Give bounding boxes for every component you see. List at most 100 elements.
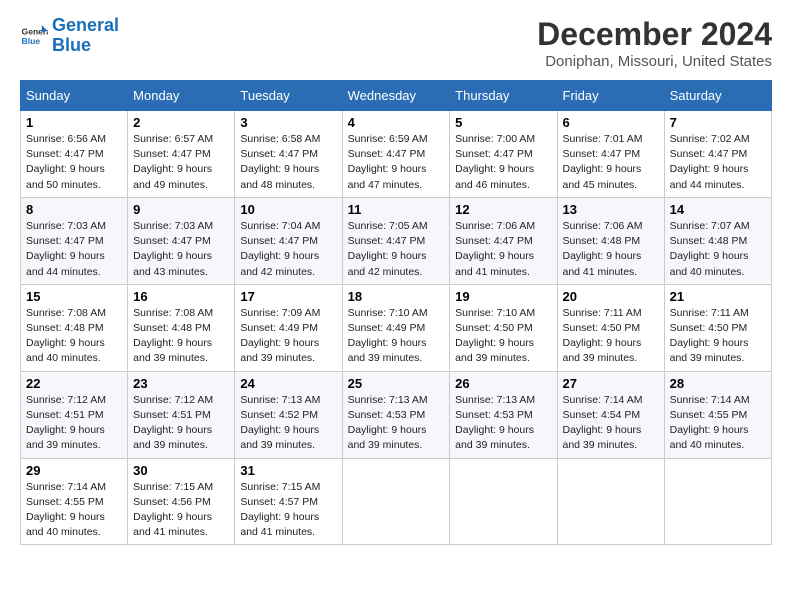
calendar-cell: 29 Sunrise: 7:14 AMSunset: 4:55 PMDayligh… — [21, 458, 128, 545]
day-number: 19 — [455, 289, 551, 304]
calendar-week-row: 29 Sunrise: 7:14 AMSunset: 4:55 PMDayligh… — [21, 458, 772, 545]
calendar-cell: 15 Sunrise: 7:08 AMSunset: 4:48 PMDayligh… — [21, 284, 128, 371]
logo-icon: General Blue — [20, 22, 48, 50]
calendar-cell: 16 Sunrise: 7:08 AMSunset: 4:48 PMDayligh… — [128, 284, 235, 371]
calendar-table: SundayMondayTuesdayWednesdayThursdayFrid… — [20, 80, 772, 545]
day-info: Sunrise: 6:59 AMSunset: 4:47 PMDaylight:… — [348, 132, 445, 193]
day-info: Sunrise: 7:06 AMSunset: 4:47 PMDaylight:… — [455, 219, 551, 280]
logo: General Blue GeneralBlue — [20, 16, 119, 56]
calendar-cell: 14 Sunrise: 7:07 AMSunset: 4:48 PMDayligh… — [664, 197, 771, 284]
day-info: Sunrise: 7:01 AMSunset: 4:47 PMDaylight:… — [563, 132, 659, 193]
day-number: 21 — [670, 289, 766, 304]
day-number: 1 — [26, 115, 122, 130]
day-info: Sunrise: 6:58 AMSunset: 4:47 PMDaylight:… — [240, 132, 336, 193]
day-number: 29 — [26, 463, 122, 478]
day-number: 16 — [133, 289, 229, 304]
calendar-cell: 11Sunrise: 7:05 AMSunset: 4:47 PMDayligh… — [342, 197, 450, 284]
day-number: 12 — [455, 202, 551, 217]
day-number: 14 — [670, 202, 766, 217]
title-block: December 2024 Doniphan, Missouri, United… — [537, 16, 772, 70]
calendar-cell: 18 Sunrise: 7:10 AMSunset: 4:49 PMDayligh… — [342, 284, 450, 371]
day-number: 24 — [240, 376, 336, 391]
day-info: Sunrise: 7:06 AMSunset: 4:48 PMDaylight:… — [563, 219, 659, 280]
calendar-cell: 13Sunrise: 7:06 AMSunset: 4:48 PMDayligh… — [557, 197, 664, 284]
day-number: 8 — [26, 202, 122, 217]
calendar-cell: 26 Sunrise: 7:13 AMSunset: 4:53 PMDayligh… — [450, 371, 557, 458]
day-info: Sunrise: 7:00 AMSunset: 4:47 PMDaylight:… — [455, 132, 551, 193]
calendar-cell: 30 Sunrise: 7:15 AMSunset: 4:56 PMDayligh… — [128, 458, 235, 545]
day-info: Sunrise: 7:14 AMSunset: 4:54 PMDaylight:… — [563, 393, 659, 454]
weekday-header-row: SundayMondayTuesdayWednesdayThursdayFrid… — [21, 81, 772, 111]
calendar-week-row: 8 Sunrise: 7:03 AMSunset: 4:47 PMDaylight… — [21, 197, 772, 284]
day-number: 25 — [348, 376, 445, 391]
day-info: Sunrise: 7:05 AMSunset: 4:47 PMDaylight:… — [348, 219, 445, 280]
calendar-week-row: 1 Sunrise: 6:56 AMSunset: 4:47 PMDaylight… — [21, 111, 772, 198]
location: Doniphan, Missouri, United States — [537, 53, 772, 70]
day-number: 30 — [133, 463, 229, 478]
calendar-cell: 6Sunrise: 7:01 AMSunset: 4:47 PMDaylight… — [557, 111, 664, 198]
calendar-cell: 3 Sunrise: 6:58 AMSunset: 4:47 PMDaylight… — [235, 111, 342, 198]
calendar-cell: 28 Sunrise: 7:14 AMSunset: 4:55 PMDayligh… — [664, 371, 771, 458]
day-info: Sunrise: 7:15 AMSunset: 4:56 PMDaylight:… — [133, 480, 229, 541]
page-header: General Blue GeneralBlue December 2024 D… — [20, 16, 772, 70]
day-number: 26 — [455, 376, 551, 391]
month-title: December 2024 — [537, 16, 772, 53]
calendar-cell: 5Sunrise: 7:00 AMSunset: 4:47 PMDaylight… — [450, 111, 557, 198]
day-info: Sunrise: 7:10 AMSunset: 4:49 PMDaylight:… — [348, 306, 445, 367]
calendar-cell: 20Sunrise: 7:11 AMSunset: 4:50 PMDayligh… — [557, 284, 664, 371]
calendar-cell: 1 Sunrise: 6:56 AMSunset: 4:47 PMDaylight… — [21, 111, 128, 198]
day-number: 4 — [348, 115, 445, 130]
day-info: Sunrise: 7:07 AMSunset: 4:48 PMDaylight:… — [670, 219, 766, 280]
weekday-header-saturday: Saturday — [664, 81, 771, 111]
calendar-cell: 2Sunrise: 6:57 AMSunset: 4:47 PMDaylight… — [128, 111, 235, 198]
calendar-cell: 25 Sunrise: 7:13 AMSunset: 4:53 PMDayligh… — [342, 371, 450, 458]
calendar-cell: 19 Sunrise: 7:10 AMSunset: 4:50 PMDayligh… — [450, 284, 557, 371]
day-info: Sunrise: 7:03 AMSunset: 4:47 PMDaylight:… — [133, 219, 229, 280]
calendar-cell: 4 Sunrise: 6:59 AMSunset: 4:47 PMDaylight… — [342, 111, 450, 198]
calendar-cell: 23Sunrise: 7:12 AMSunset: 4:51 PMDayligh… — [128, 371, 235, 458]
calendar-cell: 17 Sunrise: 7:09 AMSunset: 4:49 PMDayligh… — [235, 284, 342, 371]
day-info: Sunrise: 7:03 AMSunset: 4:47 PMDaylight:… — [26, 219, 122, 280]
day-number: 9 — [133, 202, 229, 217]
day-info: Sunrise: 7:12 AMSunset: 4:51 PMDaylight:… — [133, 393, 229, 454]
calendar-cell — [450, 458, 557, 545]
day-number: 28 — [670, 376, 766, 391]
day-info: Sunrise: 7:02 AMSunset: 4:47 PMDaylight:… — [670, 132, 766, 193]
weekday-header-friday: Friday — [557, 81, 664, 111]
weekday-header-thursday: Thursday — [450, 81, 557, 111]
weekday-header-wednesday: Wednesday — [342, 81, 450, 111]
weekday-header-monday: Monday — [128, 81, 235, 111]
day-number: 15 — [26, 289, 122, 304]
calendar-cell: 9 Sunrise: 7:03 AMSunset: 4:47 PMDaylight… — [128, 197, 235, 284]
day-info: Sunrise: 7:08 AMSunset: 4:48 PMDaylight:… — [26, 306, 122, 367]
calendar-cell: 7Sunrise: 7:02 AMSunset: 4:47 PMDaylight… — [664, 111, 771, 198]
calendar-cell: 10Sunrise: 7:04 AMSunset: 4:47 PMDayligh… — [235, 197, 342, 284]
calendar-cell: 12 Sunrise: 7:06 AMSunset: 4:47 PMDayligh… — [450, 197, 557, 284]
day-number: 10 — [240, 202, 336, 217]
day-info: Sunrise: 7:10 AMSunset: 4:50 PMDaylight:… — [455, 306, 551, 367]
calendar-cell — [342, 458, 450, 545]
day-info: Sunrise: 7:14 AMSunset: 4:55 PMDaylight:… — [26, 480, 122, 541]
weekday-header-tuesday: Tuesday — [235, 81, 342, 111]
day-info: Sunrise: 7:13 AMSunset: 4:53 PMDaylight:… — [455, 393, 551, 454]
day-number: 31 — [240, 463, 336, 478]
day-number: 20 — [563, 289, 659, 304]
calendar-week-row: 15 Sunrise: 7:08 AMSunset: 4:48 PMDayligh… — [21, 284, 772, 371]
day-info: Sunrise: 7:14 AMSunset: 4:55 PMDaylight:… — [670, 393, 766, 454]
day-info: Sunrise: 7:11 AMSunset: 4:50 PMDaylight:… — [670, 306, 766, 367]
day-info: Sunrise: 7:08 AMSunset: 4:48 PMDaylight:… — [133, 306, 229, 367]
day-info: Sunrise: 6:56 AMSunset: 4:47 PMDaylight:… — [26, 132, 122, 193]
day-info: Sunrise: 7:15 AMSunset: 4:57 PMDaylight:… — [240, 480, 336, 541]
calendar-cell: 31 Sunrise: 7:15 AMSunset: 4:57 PMDayligh… — [235, 458, 342, 545]
calendar-cell: 21 Sunrise: 7:11 AMSunset: 4:50 PMDayligh… — [664, 284, 771, 371]
day-number: 17 — [240, 289, 336, 304]
day-info: Sunrise: 7:09 AMSunset: 4:49 PMDaylight:… — [240, 306, 336, 367]
day-number: 18 — [348, 289, 445, 304]
calendar-cell: 22Sunrise: 7:12 AMSunset: 4:51 PMDayligh… — [21, 371, 128, 458]
day-number: 3 — [240, 115, 336, 130]
svg-text:Blue: Blue — [22, 36, 41, 46]
day-info: Sunrise: 7:12 AMSunset: 4:51 PMDaylight:… — [26, 393, 122, 454]
day-info: Sunrise: 7:13 AMSunset: 4:53 PMDaylight:… — [348, 393, 445, 454]
calendar-cell: 8 Sunrise: 7:03 AMSunset: 4:47 PMDaylight… — [21, 197, 128, 284]
day-number: 2 — [133, 115, 229, 130]
